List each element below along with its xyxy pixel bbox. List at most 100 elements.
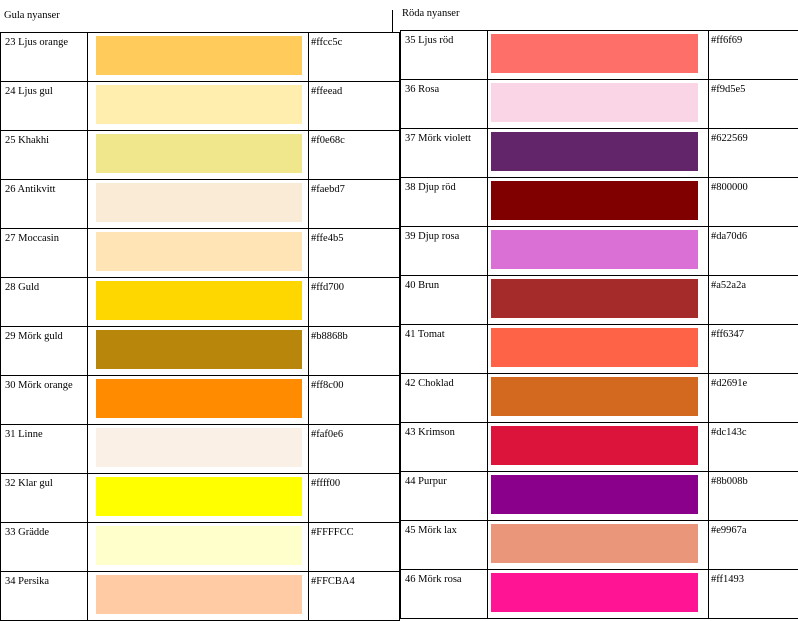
hex-code: #f0e68c xyxy=(309,131,400,180)
table-row: 30 Mörk orange#ff8c00 xyxy=(1,376,400,425)
color-name: 26 Antikvitt xyxy=(1,180,88,229)
color-name: 27 Moccasin xyxy=(1,229,88,278)
color-swatch xyxy=(491,132,698,171)
table-row: 24 Ljus gul#ffeead xyxy=(1,82,400,131)
color-swatch xyxy=(96,134,302,173)
color-swatch xyxy=(491,230,698,269)
swatch-cell xyxy=(88,327,309,376)
table-row: 36 Rosa #f9d5e5 xyxy=(401,80,798,129)
color-name: 31 Linne xyxy=(1,425,88,474)
hex-code: #ffcc5c xyxy=(309,33,400,82)
color-table-yellow: 23 Ljus orange#ffcc5c24 Ljus gul#ffeead2… xyxy=(0,32,400,621)
swatch-cell xyxy=(88,82,309,131)
hex-code: #FFCBA4 xyxy=(309,572,400,621)
swatch-cell xyxy=(488,80,709,129)
color-swatch xyxy=(491,377,698,416)
hex-code: #8b008b xyxy=(709,472,798,521)
panel-title: Röda nyanser xyxy=(402,7,459,21)
color-swatch xyxy=(96,477,302,516)
color-name: 23 Ljus orange xyxy=(1,33,88,82)
swatch-cell xyxy=(488,178,709,227)
color-swatch xyxy=(96,281,302,320)
hex-code: #ff8c00 xyxy=(309,376,400,425)
color-name: 41 Tomat xyxy=(401,325,488,374)
color-name: 35 Ljus röd xyxy=(401,31,488,80)
hex-code: #622569 xyxy=(709,129,798,178)
swatch-cell xyxy=(488,423,709,472)
hex-code: #ffff00 xyxy=(309,474,400,523)
color-name: 28 Guld xyxy=(1,278,88,327)
swatch-cell xyxy=(488,129,709,178)
color-table-red: 35 Ljus röd#ff6f6936 Rosa#f9d5e537 Mörk … xyxy=(400,30,798,619)
swatch-cell xyxy=(88,278,309,327)
color-swatch xyxy=(491,573,698,612)
hex-code: #d2691e xyxy=(709,374,798,423)
swatch-cell xyxy=(88,131,309,180)
table-row: 37 Mörk violett #622569 xyxy=(401,129,798,178)
table-row: 27 Moccasin#ffe4b5 xyxy=(1,229,400,278)
swatch-cell xyxy=(488,472,709,521)
swatch-cell xyxy=(88,425,309,474)
table-row: 39 Djup rosa #da70d6 xyxy=(401,227,798,276)
hex-code: #800000 xyxy=(709,178,798,227)
color-swatch xyxy=(96,183,302,222)
swatch-cell xyxy=(88,572,309,621)
color-swatch xyxy=(96,428,302,467)
panel-title: Gula nyanser xyxy=(4,9,60,23)
hex-code: #ff1493 xyxy=(709,570,798,619)
table-row: 43 Krimson#dc143c xyxy=(401,423,798,472)
hex-code: #FFFFCC xyxy=(309,523,400,572)
hex-code: #ff6f69 xyxy=(709,31,798,80)
hex-code: #ff6347 xyxy=(709,325,798,374)
color-name: 45 Mörk lax xyxy=(401,521,488,570)
color-swatch xyxy=(491,328,698,367)
color-name: 25 Khakhi xyxy=(1,131,88,180)
color-name: 37 Mörk violett xyxy=(401,129,488,178)
swatch-cell xyxy=(88,180,309,229)
color-swatch xyxy=(491,181,698,220)
color-swatch xyxy=(96,575,302,614)
hex-code: #faebd7 xyxy=(309,180,400,229)
color-name: 36 Rosa xyxy=(401,80,488,129)
color-name: 46 Mörk rosa xyxy=(401,570,488,619)
color-swatch xyxy=(491,426,698,465)
color-swatch xyxy=(96,526,302,565)
hex-code: #faf0e6 xyxy=(309,425,400,474)
table-row: 23 Ljus orange #ffcc5c xyxy=(1,33,400,82)
color-name: 38 Djup röd xyxy=(401,178,488,227)
swatch-cell xyxy=(88,376,309,425)
table-row: 28 Guld#ffd700 xyxy=(1,278,400,327)
color-name: 40 Brun xyxy=(401,276,488,325)
table-row: 41 Tomat #ff6347 xyxy=(401,325,798,374)
swatch-cell xyxy=(88,474,309,523)
color-swatch xyxy=(96,85,302,124)
hex-code: #dc143c xyxy=(709,423,798,472)
table-row: 44 Purpur#8b008b xyxy=(401,472,798,521)
hex-code: #b8868b xyxy=(309,327,400,376)
color-name: 32 Klar gul xyxy=(1,474,88,523)
swatch-cell xyxy=(488,325,709,374)
table-row: 40 Brun #a52a2a xyxy=(401,276,798,325)
swatch-cell xyxy=(88,523,309,572)
color-swatch xyxy=(491,475,698,514)
color-swatch xyxy=(491,34,698,73)
color-swatch xyxy=(491,279,698,318)
color-swatch xyxy=(96,36,302,75)
hex-code: #da70d6 xyxy=(709,227,798,276)
table-row: 42 Choklad#d2691e xyxy=(401,374,798,423)
swatch-cell xyxy=(488,227,709,276)
table-row: 29 Mörk guld #b8868b xyxy=(1,327,400,376)
color-swatch xyxy=(96,379,302,418)
swatch-cell xyxy=(488,31,709,80)
hex-code: #a52a2a xyxy=(709,276,798,325)
color-swatch xyxy=(491,83,698,122)
table-row: 25 Khakhi #f0e68c xyxy=(1,131,400,180)
swatch-cell xyxy=(488,276,709,325)
table-row: 32 Klar gul #ffff00 xyxy=(1,474,400,523)
table-row: 31 Linne #faf0e6 xyxy=(1,425,400,474)
color-name: 29 Mörk guld xyxy=(1,327,88,376)
color-name: 39 Djup rosa xyxy=(401,227,488,276)
divider xyxy=(392,10,393,32)
color-name: 24 Ljus gul xyxy=(1,82,88,131)
hex-code: #f9d5e5 xyxy=(709,80,798,129)
